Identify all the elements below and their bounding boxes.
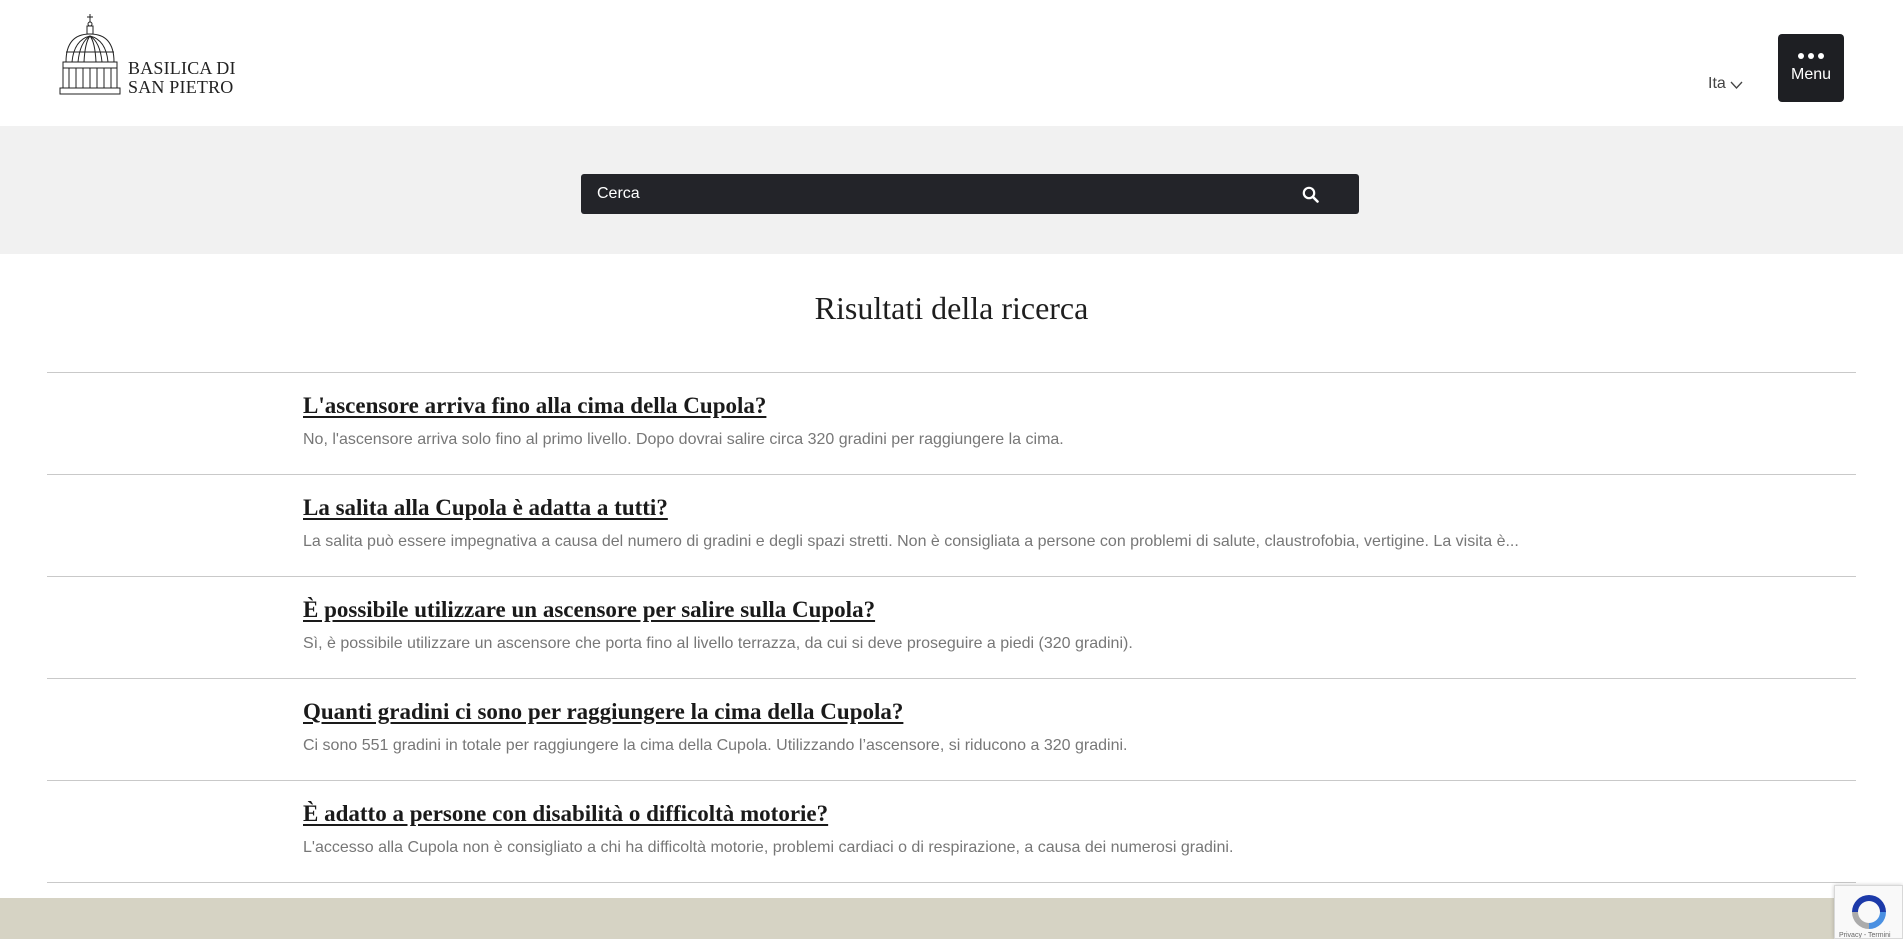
list-item: Quanti gradini ci sono per raggiungere l… — [47, 679, 1856, 781]
recaptcha-icon — [1852, 895, 1886, 929]
result-snippet: Ci sono 551 gradini in totale per raggiu… — [303, 737, 1128, 754]
dots-icon — [1798, 52, 1824, 59]
menu-button[interactable]: Menu — [1778, 34, 1844, 102]
search-icon — [1302, 186, 1319, 203]
recaptcha-links[interactable]: Privacy - Termini — [1839, 932, 1891, 938]
site-logo[interactable]: BASILICA DI SAN PIETRO — [58, 12, 236, 98]
logo-text: BASILICA DI SAN PIETRO — [128, 59, 236, 97]
result-title-link[interactable]: Quanti gradini ci sono per raggiungere l… — [303, 699, 903, 725]
search-input[interactable] — [581, 174, 1285, 214]
result-snippet: La salita può essere impegnativa a causa… — [303, 533, 1519, 550]
result-snippet: Sì, è possibile utilizzare un ascensore … — [303, 635, 1133, 652]
result-title-link[interactable]: È adatto a persone con disabilità o diff… — [303, 801, 828, 827]
logo-line-1: BASILICA DI — [128, 58, 236, 78]
result-snippet: L'accesso alla Cupola non è consigliato … — [303, 839, 1234, 856]
result-title-link[interactable]: La salita alla Cupola è adatta a tutti? — [303, 495, 668, 521]
recaptcha-badge[interactable]: Privacy - Termini — [1834, 885, 1903, 939]
basilica-dome-icon — [59, 14, 121, 95]
logo-line-2: SAN PIETRO — [128, 77, 234, 97]
language-selector[interactable]: Ita — [1708, 75, 1743, 93]
language-label: Ita — [1708, 75, 1726, 92]
list-item: La salita alla Cupola è adatta a tutti? … — [47, 475, 1856, 577]
search-section — [0, 126, 1903, 254]
site-header: BASILICA DI SAN PIETRO Ita Menu — [0, 0, 1903, 126]
menu-label: Menu — [1790, 65, 1832, 83]
result-snippet: No, l'ascensore arriva solo fino al prim… — [303, 431, 1064, 448]
list-item: È adatto a persone con disabilità o diff… — [47, 781, 1856, 883]
search-button[interactable] — [1285, 174, 1335, 214]
result-title-link[interactable]: L'ascensore arriva fino alla cima della … — [303, 393, 766, 419]
search-bar — [581, 174, 1359, 214]
list-item: L'ascensore arriva fino alla cima della … — [47, 373, 1856, 475]
list-item: È possibile utilizzare un ascensore per … — [47, 577, 1856, 679]
chevron-down-icon — [1730, 81, 1743, 89]
footer — [0, 898, 1903, 939]
page-title: Risultati della ricerca — [814, 290, 1089, 326]
result-title-link[interactable]: È possibile utilizzare un ascensore per … — [303, 597, 875, 623]
results-list: L'ascensore arriva fino alla cima della … — [47, 372, 1856, 883]
